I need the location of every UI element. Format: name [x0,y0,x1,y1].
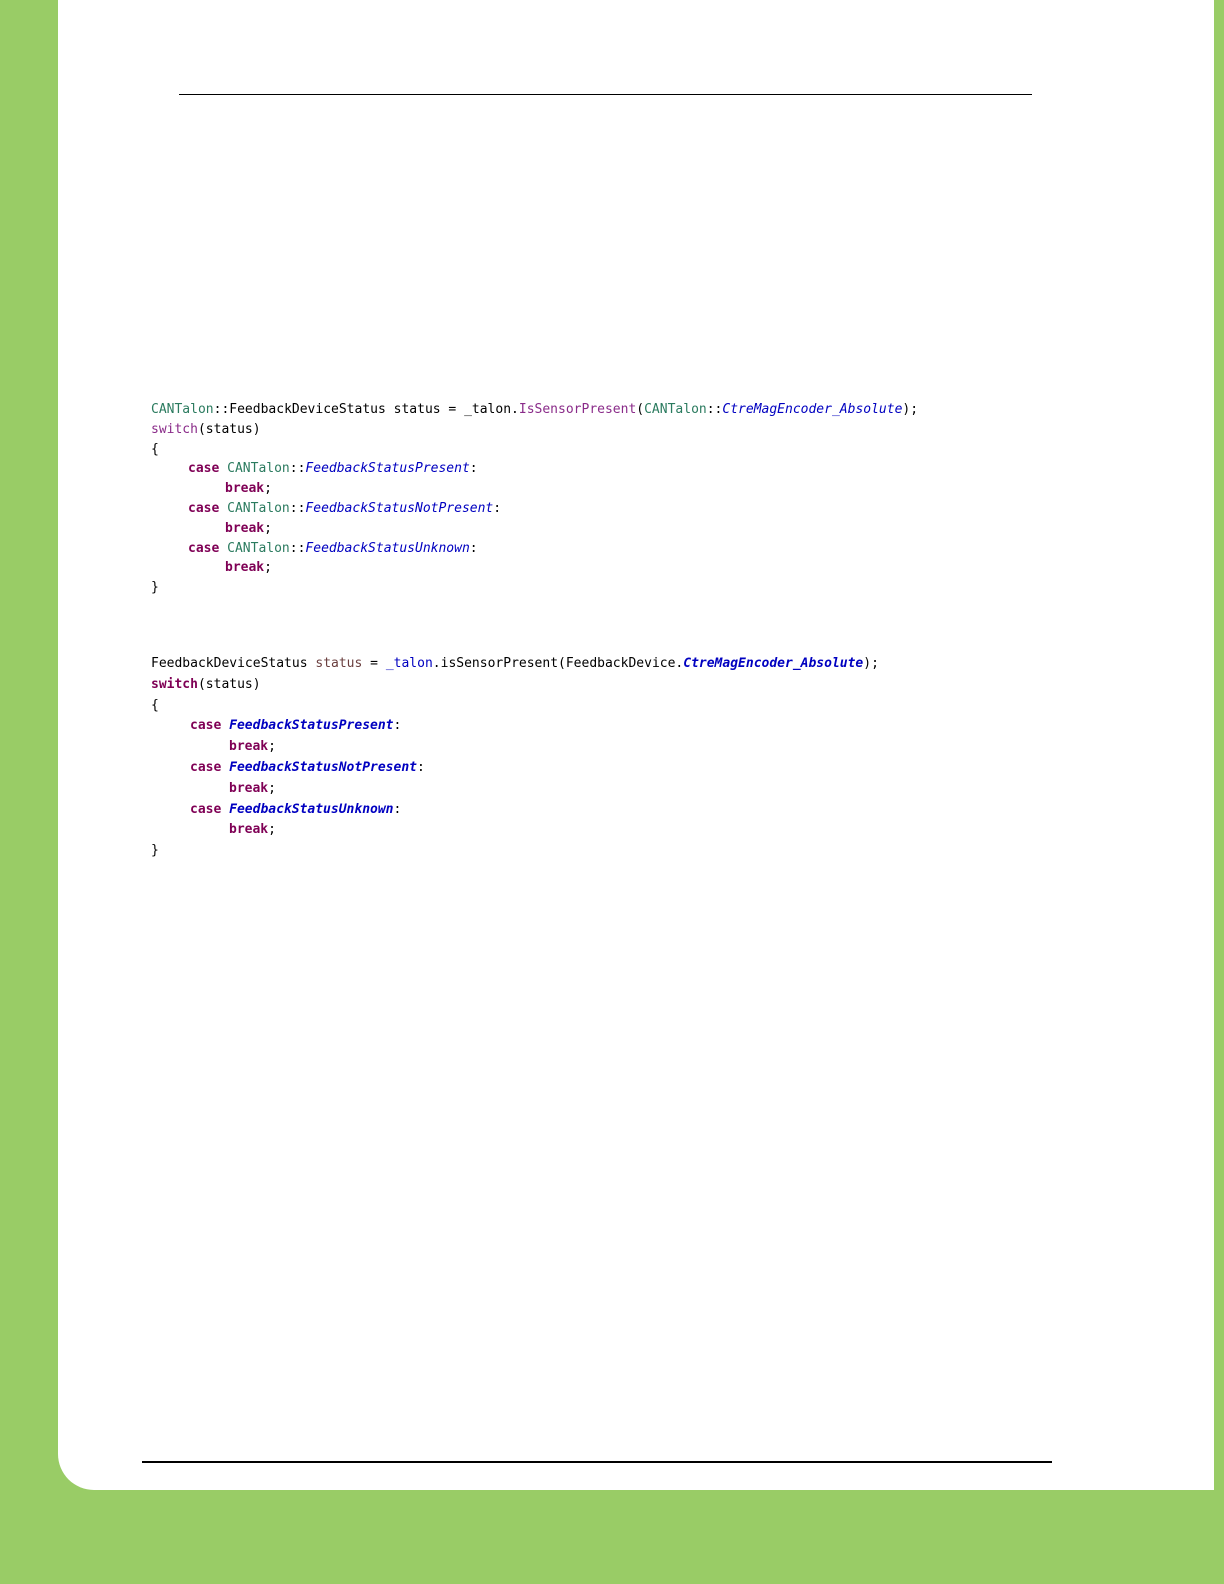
code-token: : [493,500,502,516]
code-token: FeedbackDeviceStatus [151,656,316,671]
code-token: break [229,780,269,796]
code-token: :: [289,461,306,477]
code-token: (status) [197,421,261,437]
code-token: ; [264,481,272,497]
code-line: { [151,697,159,713]
code-token: FeedbackStatusNotPresent [305,500,494,516]
code-token: : [393,801,402,817]
code-line: break; [151,779,879,800]
code-token: switch [151,421,198,437]
code-token: ); [863,656,879,671]
code-token: FeedbackStatusPresent [305,461,470,477]
code-token: ; [264,520,272,536]
code-token: ; [268,780,276,796]
code-token: break [229,739,269,755]
code-line: switch(status) [151,675,879,696]
code-line: break; [151,737,879,758]
code-token: CANTalon [644,402,707,417]
document-page: CANTalon::FeedbackDeviceStatus status = … [58,0,1214,1490]
code-token: : [393,718,402,734]
code-token: break [225,520,265,536]
code-line: case CANTalon::FeedbackStatusPresent: [151,459,918,479]
code-token: CANTalon [227,540,290,556]
code-line: case FeedbackStatusNotPresent: [151,758,879,779]
code-token: CANTalon [227,461,290,477]
code-line: case FeedbackStatusPresent: [151,716,879,737]
code-token: case [188,540,220,556]
code-token: : [469,461,478,477]
cpp-code-snippet: CANTalon::FeedbackDeviceStatus status = … [151,400,918,598]
code-line: switch(status) [151,420,918,440]
code-token: break [225,560,265,576]
code-token: status [315,656,363,671]
code-token: FeedbackStatusUnknown [229,801,394,817]
code-token: case [190,801,222,817]
code-token: .isSensorPresent(FeedbackDevice. [432,656,684,671]
code-token: ; [268,739,276,755]
code-token: ::FeedbackDeviceStatus status = _talon. [213,402,519,417]
footer-rule [142,1461,1052,1463]
code-token: : [416,759,425,775]
code-token: CANTalon [151,402,214,417]
code-line: } [151,580,159,596]
code-token: CANTalon [227,500,290,516]
code-line: FeedbackDeviceStatus status = _talon.isS… [151,654,879,675]
code-token: CtreMagEncoder_Absolute [722,402,903,417]
code-line: case FeedbackStatusUnknown: [151,800,879,821]
code-line: break; [151,479,918,499]
code-line: case CANTalon::FeedbackStatusNotPresent: [151,499,918,519]
code-line: break; [151,820,879,841]
code-token: ; [264,560,272,576]
code-token: :: [706,402,723,417]
code-token: FeedbackStatusPresent [229,718,394,734]
code-token: case [188,461,220,477]
code-token: FeedbackStatusUnknown [305,540,470,556]
code-token: : [469,540,478,556]
code-token: (status) [197,676,261,692]
code-token: ; [268,822,276,838]
code-token: ); [902,402,919,417]
code-token: FeedbackStatusNotPresent [229,759,417,775]
code-token: ( [636,402,645,417]
code-token: break [229,822,269,838]
code-token: case [190,718,222,734]
code-token: break [225,481,265,497]
code-line: case CANTalon::FeedbackStatusUnknown: [151,539,918,559]
code-token: case [188,500,220,516]
code-line: CANTalon::FeedbackDeviceStatus status = … [151,400,918,420]
header-rule [179,94,1032,95]
java-code-snippet: FeedbackDeviceStatus status = _talon.isS… [151,654,879,862]
code-token: case [190,759,222,775]
code-token: :: [289,500,306,516]
code-line: { [151,441,159,457]
code-line: break; [151,519,918,539]
code-token: CtreMagEncoder_Absolute [683,656,864,671]
code-line: break; [151,558,918,578]
code-token: _talon [385,656,433,671]
code-token: :: [289,540,306,556]
code-token: switch [151,676,198,692]
code-token: IsSensorPresent [518,402,637,417]
code-line: } [151,843,159,859]
code-token: = [362,656,386,671]
